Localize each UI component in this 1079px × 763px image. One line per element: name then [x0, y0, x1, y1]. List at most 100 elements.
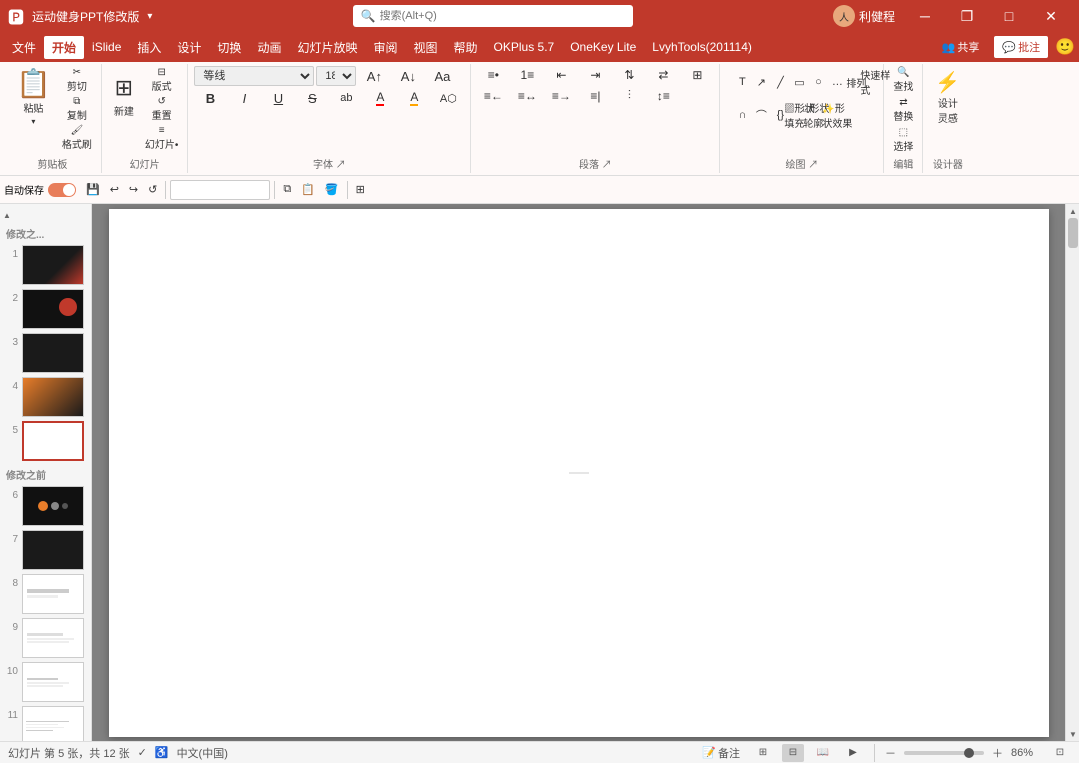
paint-bucket-button[interactable]: 🪣 [321, 181, 343, 198]
italic-button[interactable]: I [228, 89, 260, 108]
comment-button[interactable]: 💬 批注 [993, 35, 1049, 59]
slide-thumb-6[interactable]: 6 [0, 484, 91, 528]
decrease-indent-button[interactable]: ⇤ [545, 66, 577, 84]
copy-button[interactable]: ⧉ 复制 [59, 95, 95, 123]
font-increase-button[interactable]: A↑ [358, 68, 390, 85]
menu-okplus[interactable]: OKPlus 5.7 [486, 37, 563, 57]
col-button[interactable]: ⫶ [613, 86, 645, 105]
menu-onekey[interactable]: OneKey Lite [562, 37, 644, 57]
slide-thumb-2[interactable]: 2 [0, 287, 91, 331]
menu-animations[interactable]: 动画 [249, 36, 289, 59]
convert-button[interactable]: ⇄ [647, 66, 679, 84]
zoom-in-icon[interactable]: ＋ [992, 745, 1003, 761]
menu-islide[interactable]: iSlide [84, 37, 129, 57]
paste-dropdown[interactable]: ▾ [31, 117, 35, 126]
menu-transitions[interactable]: 切换 [209, 36, 249, 59]
shape-effect-button[interactable]: ✨形状效果 [821, 99, 853, 131]
format-painter-button[interactable]: 🖌 格式刷 [59, 124, 95, 152]
minimize-button[interactable]: ─ [905, 2, 945, 30]
right-scroll-track[interactable] [1066, 218, 1079, 727]
align-right-button[interactable]: ≡→ [545, 87, 577, 105]
replace-button[interactable]: ⇄ 替换 [890, 96, 916, 124]
more-button[interactable]: ⊞ [352, 181, 369, 198]
subscript-button[interactable]: ab [330, 90, 362, 106]
slide-thumb-4[interactable]: 4 [0, 375, 91, 419]
paste-button[interactable]: 📋 粘贴 ▾ [10, 66, 57, 130]
restore-button[interactable]: ❐ [947, 2, 987, 30]
autosave-toggle[interactable] [48, 183, 76, 197]
title-dropdown-icon[interactable]: ▾ [147, 11, 152, 22]
right-scroll-thumb[interactable] [1068, 218, 1078, 248]
menu-home[interactable]: 开始 [44, 36, 84, 59]
slide-thumb-9[interactable]: 9 [0, 616, 91, 660]
highlight-button[interactable]: A [398, 88, 430, 108]
menu-view[interactable]: 视图 [405, 36, 445, 59]
layout-button[interactable]: ⊟ 版式 [142, 66, 182, 94]
bold-button[interactable]: B [194, 89, 226, 108]
font-dialog-button[interactable]: ↗ [336, 160, 346, 171]
select-button[interactable]: ⬚ 选择 [890, 126, 916, 154]
zoom-slider[interactable] [904, 751, 984, 755]
slide-thumb-3[interactable]: 3 [0, 331, 91, 375]
notes-button[interactable]: 📝 备注 [698, 744, 744, 762]
designer-button[interactable]: ⚡ 设计 灵感 [929, 66, 966, 129]
text-shadow-button[interactable]: A⬡ [432, 90, 464, 107]
section-button[interactable]: ≡ 幻灯片• [142, 124, 182, 152]
maximize-button[interactable]: □ [989, 2, 1029, 30]
search-bar[interactable]: 🔍 [353, 5, 633, 27]
text-direction-button[interactable]: ⇅ [613, 66, 645, 84]
clear-format-button[interactable]: Aa [426, 67, 458, 86]
share-button[interactable]: 👥 共享 [934, 36, 988, 58]
slide-thumb-8[interactable]: 8 [0, 572, 91, 616]
close-button[interactable]: ✕ [1031, 2, 1071, 30]
new-slide-button[interactable]: ⊞ 新建 [108, 66, 140, 126]
zoom-out-icon[interactable]: － [885, 745, 896, 761]
align-left-button[interactable]: ≡← [477, 87, 509, 105]
font-family-select[interactable]: 等线 [194, 66, 314, 86]
repeat-button[interactable]: ↺ [144, 181, 161, 198]
normal-view-button[interactable]: ⊞ [752, 744, 774, 762]
fit-slide-button[interactable]: ⊡ [1049, 744, 1071, 762]
menu-lvyh[interactable]: LvyhTools(201114) [644, 37, 760, 57]
paste-format-button[interactable]: 📋 [297, 181, 319, 198]
slide-sorter-button[interactable]: ⊟ [782, 744, 804, 762]
align-center-button[interactable]: ≡↔ [511, 87, 543, 105]
slideshow-button[interactable]: ▶ [842, 744, 864, 762]
menu-slideshow[interactable]: 幻灯片放映 [289, 36, 365, 59]
slide-thumb-7[interactable]: 7 [0, 528, 91, 572]
underline-button[interactable]: U [262, 89, 294, 108]
slide-thumb-11[interactable]: 11 [0, 704, 91, 741]
redo-button[interactable]: ↪ [125, 181, 142, 198]
font-size-select[interactable]: 18 [316, 66, 356, 86]
reset-button[interactable]: ↺ 重置 [142, 95, 182, 123]
scroll-up-button[interactable]: ▲ [0, 208, 14, 222]
reading-view-button[interactable]: 📖 [812, 744, 834, 762]
drawing-dialog-button[interactable]: ↗ [808, 160, 818, 171]
bullets-button[interactable]: ≡• [477, 66, 509, 84]
increase-indent-button[interactable]: ⇥ [579, 66, 611, 84]
undo-button[interactable]: ↩ [106, 181, 123, 198]
menu-insert[interactable]: 插入 [129, 36, 169, 59]
numbering-button[interactable]: 1≡ [511, 66, 543, 84]
justify-button[interactable]: ≡| [579, 87, 611, 105]
smartart-button[interactable]: ⊞ [681, 66, 713, 84]
right-scroll-up[interactable]: ▲ [1066, 204, 1079, 218]
canvas-area[interactable] [92, 204, 1065, 741]
slide-thumb-1[interactable]: 1 [0, 243, 91, 287]
menu-review[interactable]: 审阅 [365, 36, 405, 59]
line-spacing-button[interactable]: ↕≡ [647, 87, 679, 105]
copy-format-button[interactable]: ⧉ [279, 181, 295, 198]
save-button[interactable]: 💾 [82, 181, 104, 198]
right-scroll-down[interactable]: ▼ [1066, 727, 1079, 741]
menu-file[interactable]: 文件 [4, 36, 44, 59]
search-input[interactable] [380, 10, 625, 22]
cut-button[interactable]: ✂ 剪切 [59, 66, 95, 94]
quick-font-input[interactable] [170, 180, 270, 200]
font-decrease-button[interactable]: A↓ [392, 68, 424, 85]
strikethrough-button[interactable]: S [296, 89, 328, 108]
menu-design[interactable]: 设计 [169, 36, 209, 59]
menu-help[interactable]: 帮助 [446, 36, 486, 59]
slide-thumb-10[interactable]: 10 [0, 660, 91, 704]
font-color-button[interactable]: A [364, 88, 396, 108]
paragraph-dialog-button[interactable]: ↗ [602, 160, 612, 171]
